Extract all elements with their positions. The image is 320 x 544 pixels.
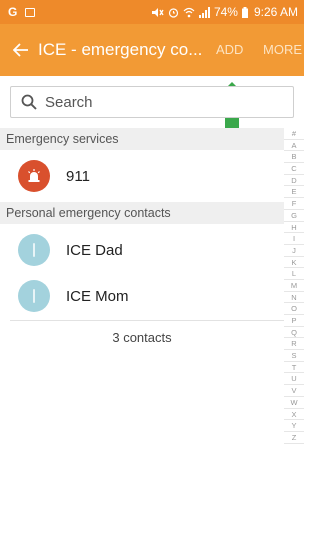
mute-icon: [151, 7, 164, 17]
contact-name: ICE Dad: [66, 241, 123, 259]
section-header-personal: Personal emergency contacts: [0, 202, 284, 224]
battery-icon: [241, 6, 248, 18]
avatar-placeholder-icon: [33, 243, 35, 257]
add-button[interactable]: ADD: [216, 24, 243, 76]
back-button[interactable]: [4, 24, 38, 76]
alphabet-index-letter[interactable]: L: [284, 268, 304, 280]
alphabet-index-letter[interactable]: K: [284, 257, 304, 269]
wifi-icon: [183, 7, 195, 17]
siren-icon: [28, 169, 40, 182]
alphabet-index-letter[interactable]: A: [284, 140, 304, 152]
alphabet-index-letter[interactable]: N: [284, 292, 304, 304]
contact-name: 911: [66, 167, 90, 185]
google-icon: G: [8, 5, 18, 19]
alphabet-index-letter[interactable]: M: [284, 280, 304, 292]
alphabet-index-letter[interactable]: Z: [284, 432, 304, 444]
alphabet-index-letter[interactable]: D: [284, 175, 304, 187]
alphabet-index-letter[interactable]: U: [284, 373, 304, 386]
alphabet-index-letter[interactable]: H: [284, 222, 304, 234]
alphabet-index-letter[interactable]: X: [284, 409, 304, 421]
alphabet-index-letter[interactable]: E: [284, 186, 304, 199]
more-button[interactable]: MORE: [263, 24, 302, 76]
signal-icon: [198, 6, 210, 18]
avatar: [18, 234, 50, 266]
contact-row-ice-mom[interactable]: ICE Mom: [0, 273, 284, 319]
avatar: [18, 160, 50, 192]
battery-percent: 74%: [213, 5, 238, 19]
alphabet-index-scroller[interactable]: # A B C D E F G H I J K L M N O P Q R S T U V W X Y Z: [284, 128, 304, 544]
alphabet-index-letter[interactable]: P: [284, 315, 304, 327]
alphabet-index-letter[interactable]: #: [284, 128, 304, 140]
alarm-icon: [168, 7, 179, 18]
alphabet-index-letter[interactable]: G: [284, 210, 304, 222]
alphabet-index-letter[interactable]: J: [284, 245, 304, 257]
alphabet-index-letter[interactable]: V: [284, 385, 304, 397]
app-bar: ICE - emergency co... ADD MORE: [0, 24, 304, 76]
alphabet-index-letter[interactable]: C: [284, 163, 304, 175]
search-bar[interactable]: [10, 86, 294, 118]
status-bar: G 74% 9:26 AM: [0, 0, 304, 24]
alphabet-index-letter[interactable]: S: [284, 350, 304, 362]
alphabet-index-letter[interactable]: F: [284, 198, 304, 210]
search-input[interactable]: [43, 92, 267, 112]
image-notification-icon: [25, 7, 36, 17]
alphabet-index-letter[interactable]: W: [284, 397, 304, 409]
contact-name: ICE Mom: [66, 287, 129, 305]
alphabet-index-letter[interactable]: R: [284, 338, 304, 351]
alphabet-index-letter[interactable]: O: [284, 303, 304, 315]
section-header-emergency: Emergency services: [0, 128, 284, 150]
arrow-left-icon: [13, 43, 28, 57]
contact-row-ice-dad[interactable]: ICE Dad: [0, 227, 284, 273]
clock: 9:26 AM: [253, 5, 298, 19]
avatar-placeholder-icon: [33, 289, 35, 303]
alphabet-index-letter[interactable]: Q: [284, 327, 304, 339]
divider: [10, 320, 284, 321]
avatar: [18, 280, 50, 312]
alphabet-index-letter[interactable]: I: [284, 233, 304, 245]
contact-row-911[interactable]: 911: [0, 153, 284, 199]
contacts-count: 3 contacts: [112, 330, 172, 345]
alphabet-index-letter[interactable]: B: [284, 151, 304, 164]
page-title: ICE - emergency co...: [38, 40, 203, 59]
search-icon: [21, 94, 37, 110]
alphabet-index-letter[interactable]: T: [284, 362, 304, 374]
alphabet-index-letter[interactable]: Y: [284, 420, 304, 432]
